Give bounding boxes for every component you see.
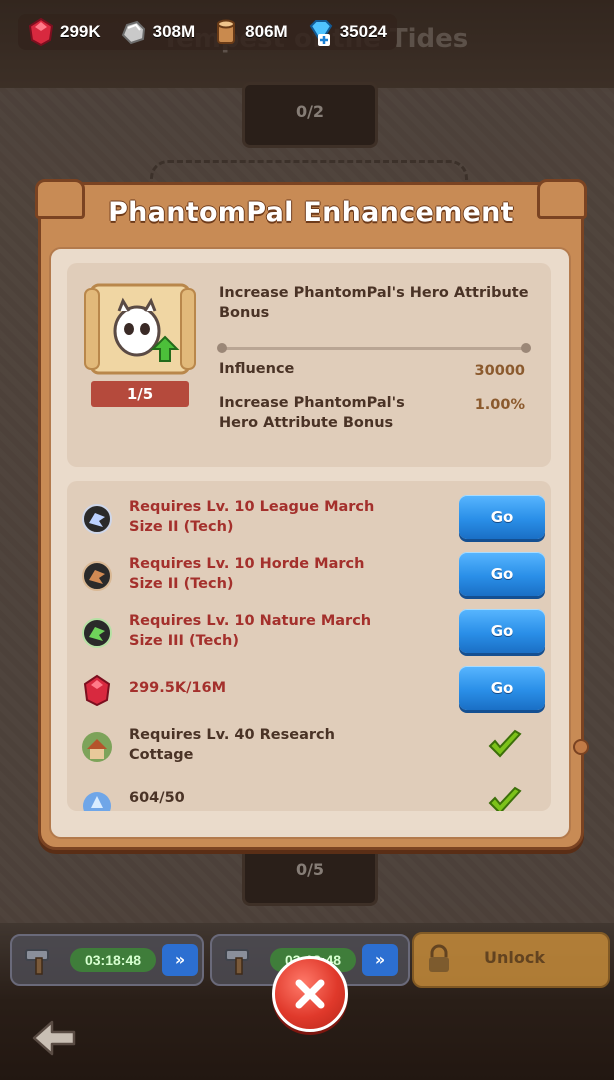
- build-queue-1[interactable]: 03:18:48 »: [10, 934, 204, 986]
- horde-march-tech-icon: [82, 561, 112, 591]
- requirement-text: 604/50: [129, 790, 185, 806]
- dialog-body: 1/5 Increase PhantomPal's Hero Attribute…: [49, 247, 571, 839]
- go-button[interactable]: Go: [459, 666, 545, 710]
- check-icon: [488, 729, 522, 758]
- back-button[interactable]: [28, 1016, 80, 1060]
- league-march-tech-icon: [82, 504, 112, 534]
- diamond-amount: 35024: [339, 22, 387, 41]
- scroll-indicator: [573, 739, 589, 755]
- list-item: Requires Lv. 40 Research Cottage: [67, 719, 551, 775]
- list-item: 299.5K/16M Go: [67, 662, 551, 718]
- phantompal-scroll-icon: [83, 279, 197, 379]
- close-button[interactable]: [272, 956, 348, 1032]
- enhancement-description: Increase PhantomPal's Hero Attribute Bon…: [219, 285, 529, 321]
- requirement-text: Requires Lv. 10 Nature March Size III (T…: [129, 613, 372, 649]
- requirement-text: Requires Lv. 10 Horde March Size II (Tec…: [129, 556, 365, 592]
- ruby-icon: [28, 18, 54, 46]
- stat-value-influence: 30000: [474, 363, 525, 379]
- nature-march-tech-icon: [82, 618, 112, 648]
- ruby-icon: [83, 674, 111, 706]
- unlock-queue-button[interactable]: Unlock: [412, 932, 610, 988]
- stat-value-attribute-bonus: 1.00%: [474, 397, 525, 413]
- ruby-amount: 299K: [60, 22, 101, 41]
- padlock-icon: [429, 944, 449, 972]
- queue-timer: 03:18:48: [70, 948, 156, 972]
- wood-icon: [217, 19, 236, 44]
- speedup-button[interactable]: »: [362, 944, 398, 976]
- resource-diamond[interactable]: 35024: [306, 18, 387, 46]
- list-item: Requires Lv. 10 Nature March Size III (T…: [67, 605, 551, 661]
- resource-wood: 806M: [213, 18, 288, 46]
- back-arrow-icon: [32, 1020, 76, 1056]
- go-button[interactable]: Go: [459, 495, 545, 539]
- resource-ruby: 299K: [28, 18, 101, 46]
- crystal-icon: [83, 792, 111, 811]
- wood-amount: 806M: [245, 22, 288, 41]
- stone-amount: 308M: [152, 22, 196, 41]
- check-icon: [488, 786, 522, 811]
- enhancement-info: 1/5 Increase PhantomPal's Hero Attribute…: [67, 263, 551, 467]
- requirement-text: 299.5K/16M: [129, 680, 227, 696]
- divider-end: [521, 343, 531, 353]
- hammer-icon: [25, 949, 49, 975]
- stat-label-attribute-bonus: Increase PhantomPal's Hero Attribute Bon…: [219, 395, 405, 431]
- list-item: Requires Lv. 10 League March Size II (Te…: [67, 491, 551, 547]
- stone-icon: [121, 20, 145, 45]
- divider-start: [217, 343, 227, 353]
- level-badge: 1/5: [91, 381, 189, 407]
- unlock-label: Unlock: [484, 948, 545, 967]
- requirements-list[interactable]: Requires Lv. 10 League March Size II (Te…: [67, 481, 551, 811]
- requirement-text: Requires Lv. 10 League March Size II (Te…: [129, 499, 375, 535]
- progress-divider: [217, 343, 531, 353]
- list-item: 604/50: [67, 776, 551, 811]
- dialog-title: PhantomPal Enhancement: [108, 197, 514, 228]
- go-button[interactable]: Go: [459, 609, 545, 653]
- resource-stone: 308M: [119, 19, 196, 45]
- enhancement-dialog: PhantomPal Enhancement 1/5 Increase Phan…: [35, 179, 589, 850]
- speedup-button[interactable]: »: [162, 944, 198, 976]
- hammer-icon: [225, 949, 249, 975]
- requirement-text: Requires Lv. 40 Research Cottage: [129, 727, 335, 763]
- go-button[interactable]: Go: [459, 552, 545, 596]
- dialog-header: PhantomPal Enhancement: [41, 185, 581, 247]
- diamond-plus-icon[interactable]: [306, 18, 334, 46]
- close-icon: [295, 979, 325, 1009]
- stat-label-influence: Influence: [219, 361, 295, 377]
- research-cottage-icon: [82, 732, 112, 762]
- list-item: Requires Lv. 10 Horde March Size II (Tec…: [67, 548, 551, 604]
- resource-bar: 299K 308M 806M 35024: [18, 14, 397, 50]
